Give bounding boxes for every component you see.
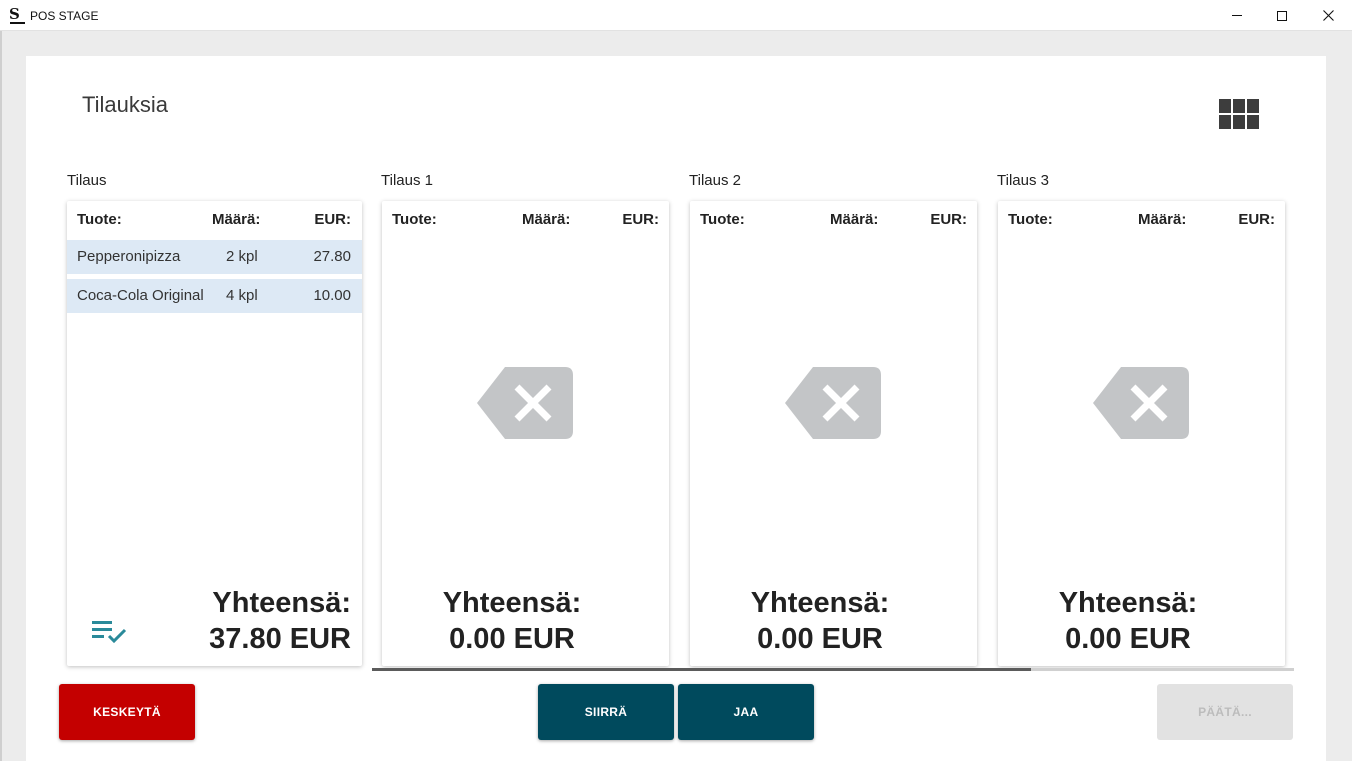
header-currency: EUR:: [314, 211, 351, 228]
header-quantity: Määrä:: [522, 211, 571, 228]
order-card-2[interactable]: Tuote: Määrä: EUR: Yhteensä: 0.00 EUR: [690, 201, 977, 666]
total-label: Yhteensä:: [1058, 587, 1198, 619]
app-logo-icon: S: [9, 7, 25, 24]
order-total: Yhteensä: 0.00 EUR: [690, 585, 950, 657]
close-icon: [1322, 10, 1334, 21]
move-button[interactable]: SIIRRÄ: [538, 684, 674, 740]
backspace-x-icon: [785, 367, 881, 439]
minimize-button[interactable]: [1214, 0, 1260, 31]
table-row[interactable]: Pepperonipizza 2 kpl 27.80: [67, 240, 362, 274]
header-product: Tuote:: [700, 211, 745, 228]
order-label-main: Tilaus: [67, 172, 107, 189]
table-header: Tuote: Määrä: EUR:: [382, 211, 669, 231]
order-total: Yhteensä: 0.00 EUR: [998, 585, 1258, 657]
split-button[interactable]: JAA: [678, 684, 814, 740]
order-total: Yhteensä: 37.80 EUR: [209, 585, 351, 657]
horizontal-scrollbar[interactable]: [372, 668, 1294, 671]
maximize-button[interactable]: [1259, 0, 1305, 31]
page-title: Tilauksia: [82, 92, 168, 117]
playlist-check-icon[interactable]: [92, 619, 128, 645]
item-product: Pepperonipizza: [77, 248, 181, 265]
header-currency: EUR:: [622, 211, 659, 228]
order-card-main[interactable]: Tuote: Määrä: EUR: Pepperonipizza 2 kpl …: [67, 201, 362, 666]
minimize-icon: [1232, 15, 1242, 16]
grid-view-icon[interactable]: [1219, 99, 1259, 129]
header-product: Tuote:: [77, 211, 122, 228]
total-value: 0.00 EUR: [1065, 623, 1191, 655]
backspace-x-icon: [1093, 367, 1189, 439]
header-quantity: Määrä:: [212, 211, 261, 228]
order-card-1[interactable]: Tuote: Määrä: EUR: Yhteensä: 0.00 EUR: [382, 201, 669, 666]
maximize-icon: [1277, 10, 1287, 21]
finish-button[interactable]: PÄÄTÄ...: [1157, 684, 1293, 740]
table-header: Tuote: Määrä: EUR:: [690, 211, 977, 231]
item-quantity: 2 kpl: [226, 248, 258, 265]
item-quantity: 4 kpl: [226, 287, 258, 304]
backspace-x-icon: [477, 367, 573, 439]
total-value: 0.00 EUR: [449, 623, 575, 655]
table-header: Tuote: Määrä: EUR:: [67, 211, 362, 231]
item-price: 10.00: [313, 287, 351, 304]
total-label: Yhteensä:: [212, 587, 351, 619]
total-label: Yhteensä:: [750, 587, 890, 619]
header-currency: EUR:: [1238, 211, 1275, 228]
total-value: 0.00 EUR: [757, 623, 883, 655]
order-label-2: Tilaus 2: [689, 172, 741, 189]
table-header: Tuote: Määrä: EUR:: [998, 211, 1285, 231]
table-row[interactable]: Coca-Cola Original 4 kpl 10.00: [67, 279, 362, 313]
order-card-3[interactable]: Tuote: Määrä: EUR: Yhteensä: 0.00 EUR: [998, 201, 1285, 666]
total-label: Yhteensä:: [442, 587, 582, 619]
header-quantity: Määrä:: [830, 211, 879, 228]
order-total: Yhteensä: 0.00 EUR: [382, 585, 642, 657]
header-quantity: Määrä:: [1138, 211, 1187, 228]
header-currency: EUR:: [930, 211, 967, 228]
order-label-3: Tilaus 3: [997, 172, 1049, 189]
cancel-button[interactable]: KESKEYTÄ: [59, 684, 195, 740]
header-product: Tuote:: [392, 211, 437, 228]
total-value: 37.80 EUR: [209, 623, 351, 655]
window-title: POS STAGE: [30, 9, 99, 23]
window-titlebar: S POS STAGE: [0, 0, 1352, 31]
scrollbar-thumb[interactable]: [372, 668, 1031, 671]
item-product: Coca-Cola Original: [77, 287, 204, 304]
order-label-1: Tilaus 1: [381, 172, 433, 189]
close-button[interactable]: [1305, 0, 1351, 31]
item-price: 27.80: [313, 248, 351, 265]
header-product: Tuote:: [1008, 211, 1053, 228]
